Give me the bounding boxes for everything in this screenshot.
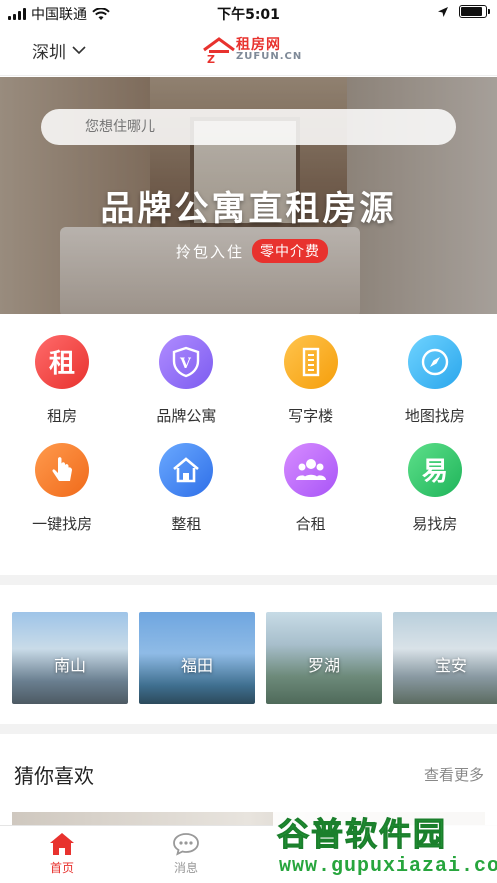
top-header: 深圳 Z 租房网 ZUFUN.CN xyxy=(0,26,497,76)
hero-banner[interactable]: 品牌公寓直租房源 拎包入住 零中介费 xyxy=(0,77,497,314)
search-input[interactable] xyxy=(41,109,456,145)
recommend-header: 猜你喜欢 查看更多 xyxy=(14,758,484,788)
entry-label: 地图找房 xyxy=(404,407,465,425)
watermark-url: www.gupuxiazai.com xyxy=(279,855,497,878)
entry-easy-search[interactable]: 易 易找房 xyxy=(373,438,497,546)
logo-text-cn: 租房网 xyxy=(236,37,281,53)
house-icon xyxy=(159,443,214,497)
svg-text:V: V xyxy=(179,356,192,372)
location-arrow-icon xyxy=(438,6,448,17)
district-carousel[interactable]: 南山 福田 罗湖 宝安 xyxy=(12,612,497,704)
entry-label: 租房 xyxy=(47,407,78,425)
city-selector[interactable]: 深圳 xyxy=(32,38,86,63)
svg-text:租: 租 xyxy=(49,349,75,377)
district-label: 宝安 xyxy=(434,656,467,675)
watermark-title: 谷普软件园 xyxy=(276,815,448,854)
district-label: 福田 xyxy=(180,656,213,675)
entry-label: 整租 xyxy=(171,515,202,533)
chevron-down-icon xyxy=(72,46,86,55)
entry-label: 易找房 xyxy=(412,515,458,533)
entry-brand-apartment[interactable]: V 品牌公寓 xyxy=(124,330,248,438)
entry-label: 合租 xyxy=(295,515,326,533)
city-label: 深圳 xyxy=(32,43,66,63)
status-bar: 中国联通 下午5:01 xyxy=(0,0,497,26)
district-card[interactable]: 宝安 xyxy=(393,612,497,704)
entry-whole-rent[interactable]: 整租 xyxy=(124,438,248,546)
svg-text:易: 易 xyxy=(422,457,448,485)
tab-label: 消息 xyxy=(173,861,198,875)
chat-bubble-icon xyxy=(173,833,199,856)
battery-icon xyxy=(459,5,490,18)
banner-title: 品牌公寓直租房源 xyxy=(100,189,397,229)
section-divider xyxy=(0,724,497,734)
roof-logo-icon: Z xyxy=(203,37,235,64)
entry-shared-rent[interactable]: 合租 xyxy=(249,438,373,546)
district-label: 罗湖 xyxy=(307,656,340,675)
office-building-icon xyxy=(283,335,338,389)
yi-icon: 易 xyxy=(407,443,462,497)
tab-label: 首页 xyxy=(49,861,74,875)
district-card[interactable]: 罗湖 xyxy=(266,612,382,704)
entry-office[interactable]: 写字楼 xyxy=(249,330,373,438)
entry-label: 写字楼 xyxy=(288,407,334,425)
quick-entry-grid: 租 租房 V 品牌公寓 写字楼 地图找房 一键找房 整租 合租 易 易找房 xyxy=(0,330,497,550)
svg-text:Z: Z xyxy=(207,53,215,64)
entry-one-click[interactable]: 一键找房 xyxy=(0,438,124,546)
district-card[interactable]: 南山 xyxy=(12,612,128,704)
logo-text-en: ZUFUN.CN xyxy=(236,51,303,62)
tap-hand-icon xyxy=(35,443,90,497)
banner-badge: 零中介费 xyxy=(252,239,329,263)
entry-rent[interactable]: 租 租房 xyxy=(0,330,124,438)
entry-label: 品牌公寓 xyxy=(156,407,217,425)
banner-subtitle-text: 拎包入住 xyxy=(176,242,245,261)
site-watermark: 谷普软件园 www.gupuxiazai.com xyxy=(273,805,497,883)
clock: 下午5:01 xyxy=(217,7,280,23)
view-more-link[interactable]: 查看更多 xyxy=(424,764,484,785)
home-icon xyxy=(50,833,74,855)
recommend-title: 猜你喜欢 xyxy=(14,764,94,788)
district-label: 南山 xyxy=(53,656,86,675)
tab-home[interactable]: 首页 xyxy=(0,826,124,883)
tab-messages[interactable]: 消息 xyxy=(124,826,248,883)
entry-label: 一键找房 xyxy=(32,515,93,533)
brand-logo: Z 租房网 ZUFUN.CN xyxy=(202,36,302,64)
people-icon xyxy=(283,443,338,497)
district-card[interactable]: 福田 xyxy=(139,612,255,704)
compass-icon xyxy=(407,335,462,389)
zu-icon: 租 xyxy=(35,335,90,389)
banner-subtitle: 拎包入住 零中介费 xyxy=(176,239,329,263)
entry-map-search[interactable]: 地图找房 xyxy=(373,330,497,438)
shield-v-icon: V xyxy=(159,335,214,389)
section-divider xyxy=(0,575,497,585)
